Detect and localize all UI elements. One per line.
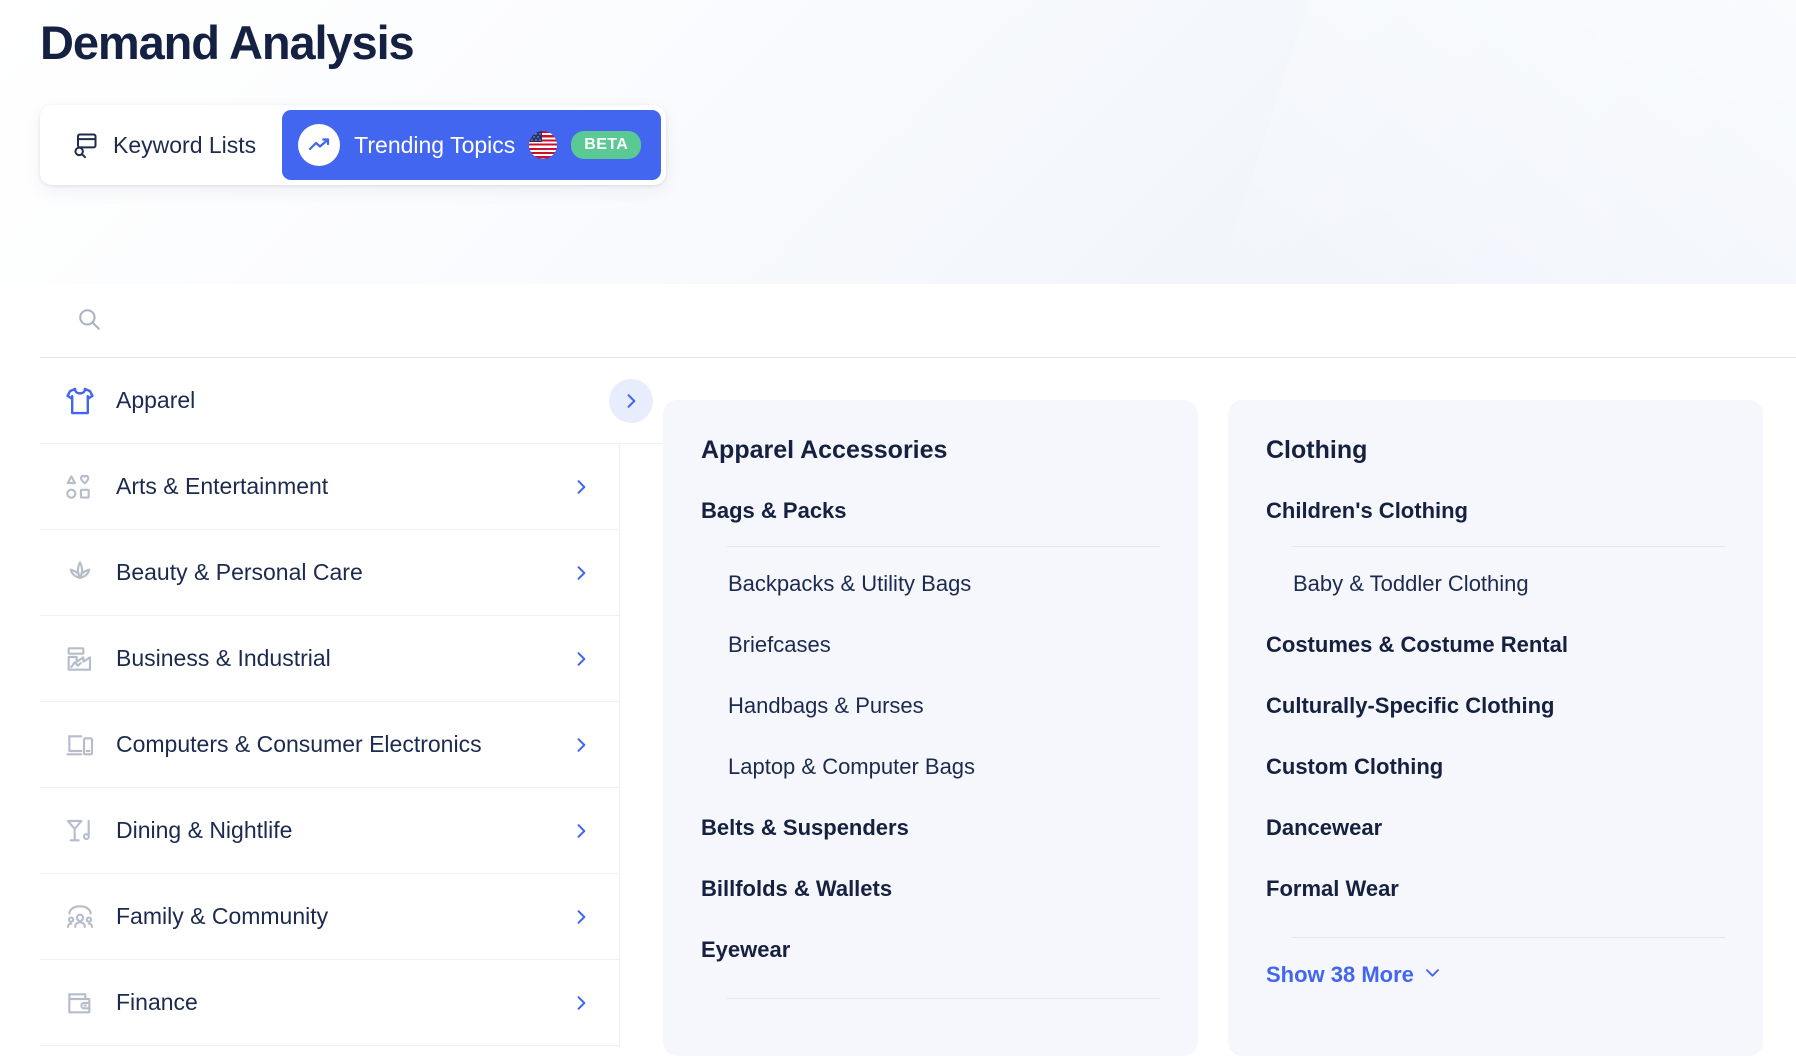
chevron-right-icon[interactable] [571,477,591,497]
subcategory-heading[interactable]: Custom Clothing [1266,754,1725,780]
chevron-right-icon[interactable] [571,821,591,841]
chevron-down-icon [1423,962,1442,988]
us-flag-icon [529,131,558,159]
sidebar-item-label: Business & Industrial [116,645,331,671]
sidebar-item-computers-consumer-electronics[interactable]: Computers & Consumer Electronics [40,702,620,788]
sidebar-item-arts-entertainment[interactable]: Arts & Entertainment [40,444,620,530]
devices-icon [60,725,100,765]
shapes-icon [60,467,100,507]
keyword-list-icon [71,131,99,159]
view-tab-switcher: Keyword Lists Trending Topics BETA [40,105,667,185]
sidebar-item-label: Family & Community [116,903,329,929]
subcategory-card: Apparel Accessories Bags & Packs Backpac… [663,400,1198,1056]
group-divider [1292,937,1725,938]
group-divider [727,546,1160,547]
family-icon [60,897,100,937]
chevron-right-icon[interactable] [571,649,591,669]
category-list: Apparel Arts & Entertainment Beauty & Pe… [40,358,677,1046]
tab-keyword-lists-label: Keyword Lists [113,131,257,158]
show-more-button[interactable]: Show 38 More [1266,962,1442,988]
subcategory-card: Clothing Children's Clothing Baby & Todd… [1228,400,1763,1056]
factory-icon [60,639,100,679]
sidebar-item-family-community[interactable]: Family & Community [40,874,620,960]
sidebar-item-beauty-personal-care[interactable]: Beauty & Personal Care [40,530,620,616]
tab-keyword-lists[interactable]: Keyword Lists [45,110,282,180]
subcategory-leaf[interactable]: Backpacks & Utility Bags [728,571,1160,597]
group-divider [727,998,1160,999]
subcategory-heading[interactable]: Culturally-Specific Clothing [1266,693,1725,719]
subcategory-columns: Apparel Accessories Bags & Packs Backpac… [663,400,1763,1056]
subcategory-heading[interactable]: Dancewear [1266,815,1725,841]
subcategory-heading[interactable]: Costumes & Costume Rental [1266,632,1725,658]
subcategory-heading[interactable]: Formal Wear [1266,876,1725,902]
sidebar-item-label: Arts & Entertainment [116,473,329,499]
chevron-right-icon[interactable] [571,907,591,927]
tshirt-icon [60,381,100,421]
sidebar-item-business-industrial[interactable]: Business & Industrial [40,616,620,702]
trending-up-icon [298,124,341,166]
category-search-bar[interactable] [40,285,1796,358]
lotus-icon [60,553,100,593]
sidebar-item-label: Apparel [116,387,196,413]
chevron-right-icon[interactable] [571,993,591,1013]
sidebar-item-label: Beauty & Personal Care [116,559,363,585]
show-more-label: Show 38 More [1266,962,1414,987]
chevron-right-icon[interactable] [571,735,591,755]
cocktail-music-icon [60,811,100,851]
search-input[interactable] [120,309,1120,333]
subcategory-leaf[interactable]: Laptop & Computer Bags [728,754,1160,780]
subcategory-leaf[interactable]: Handbags & Purses [728,693,1160,719]
subcategory-leaf[interactable]: Baby & Toddler Clothing [1293,571,1725,597]
subcategory-heading[interactable]: Belts & Suspenders [701,815,1160,841]
sidebar-item-finance[interactable]: Finance [40,960,620,1046]
card-title: Apparel Accessories [701,436,948,464]
card-title: Clothing [1266,436,1368,464]
tab-trending-topics[interactable]: Trending Topics BETA [282,110,662,180]
page-title: Demand Analysis [40,16,415,69]
chevron-right-icon[interactable] [609,378,653,423]
search-icon [76,306,102,337]
subcategory-heading[interactable]: Bags & Packs [701,498,1160,524]
group-divider [1292,546,1725,547]
tab-trending-topics-label: Trending Topics [354,131,516,158]
sidebar-item-label: Finance [116,989,198,1015]
subcategory-heading[interactable]: Billfolds & Wallets [701,876,1160,902]
subcategory-leaf[interactable]: Briefcases [728,632,1160,658]
wallet-icon [60,983,100,1023]
subcategory-heading[interactable]: Eyewear [701,937,1160,963]
chevron-right-icon[interactable] [571,563,591,583]
sidebar-item-dining-nightlife[interactable]: Dining & Nightlife [40,788,620,874]
sidebar-item-label: Dining & Nightlife [116,817,293,843]
subcategory-heading[interactable]: Children's Clothing [1266,498,1725,524]
sidebar-item-label: Computers & Consumer Electronics [116,731,482,757]
sidebar-item-apparel[interactable]: Apparel [40,358,677,444]
beta-badge: BETA [571,131,642,159]
